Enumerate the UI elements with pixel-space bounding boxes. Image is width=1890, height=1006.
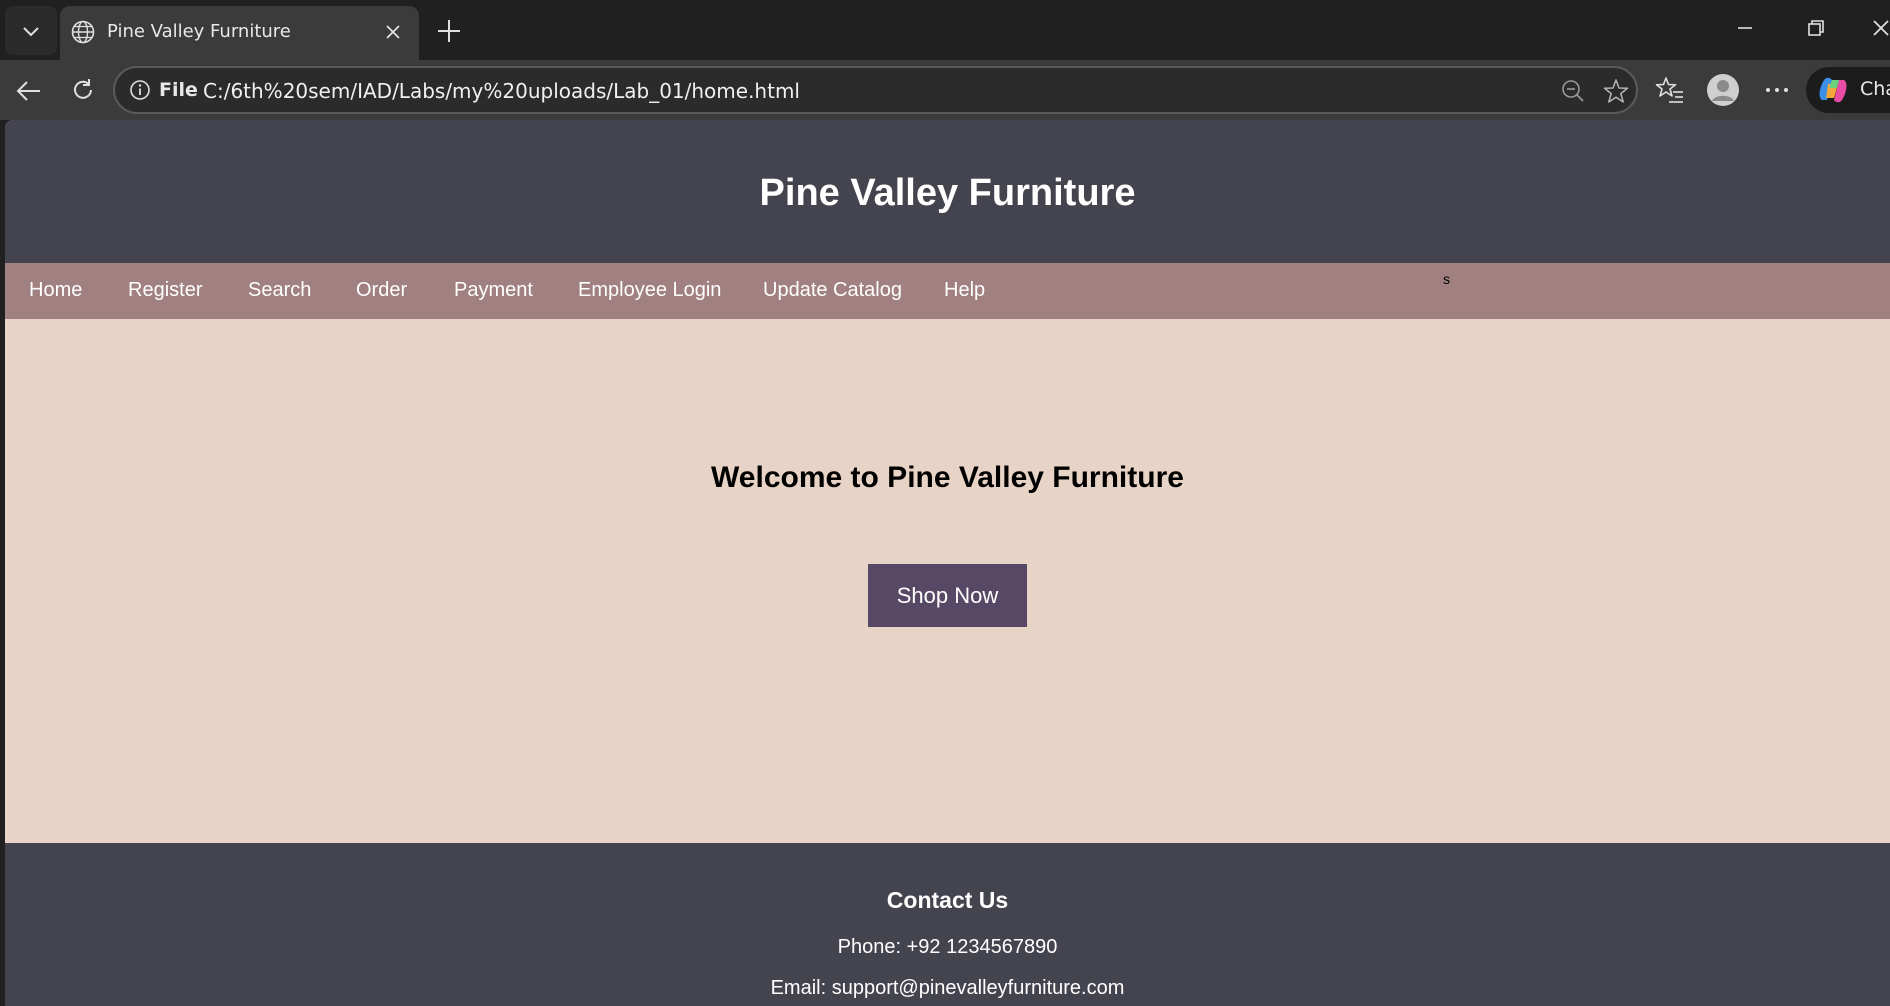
tab-title: Pine Valley Furniture [107,21,291,42]
nav-update-catalog[interactable]: Update Catalog [763,279,902,302]
nav-help[interactable]: Help [944,279,985,302]
welcome-heading: Welcome to Pine Valley Furniture [711,461,1184,494]
favorites-icon[interactable] [1655,75,1685,105]
profile-avatar-icon[interactable] [1706,73,1740,107]
address-url[interactable]: C:/6th%20sem/IAD/Labs/my%20uploads/Lab_0… [203,79,800,103]
favorite-star-icon[interactable] [1603,78,1629,104]
back-icon[interactable] [14,76,44,106]
copilot-button[interactable]: Cha [1806,67,1890,113]
browser-toolbar: File C:/6th%20sem/IAD/Labs/my%20uploads/… [0,60,1890,120]
active-tab[interactable]: Pine Valley Furniture [60,6,419,60]
page-viewport: Pine Valley Furniture Home Register Sear… [5,120,1890,1006]
copilot-icon [1819,77,1847,103]
tab-list-button[interactable] [5,6,57,55]
contact-phone: Phone: +92 1234567890 [837,936,1058,958]
new-tab-icon[interactable] [434,16,464,46]
nav-register[interactable]: Register [128,279,202,302]
minimize-icon[interactable] [1735,18,1755,38]
stray-text: s [1443,271,1450,287]
globe-icon [71,20,95,44]
nav-home[interactable]: Home [29,279,82,302]
restore-icon[interactable] [1806,18,1826,38]
main-nav: Home Register Search Order Payment Emplo… [5,263,1890,319]
contact-email: Email: support@pinevalleyfurniture.com [770,977,1125,999]
address-scheme: File [159,79,198,101]
close-tab-icon[interactable] [382,21,404,43]
site-title: Pine Valley Furniture [759,172,1136,214]
info-icon[interactable] [129,79,151,101]
tab-strip: Pine Valley Furniture [0,0,1890,60]
nav-employee-login[interactable]: Employee Login [578,279,721,302]
site-header: Pine Valley Furniture [5,120,1890,263]
reload-icon[interactable] [69,76,97,104]
site-footer: Contact Us Phone: +92 1234567890 Email: … [5,843,1890,1006]
shop-now-button[interactable]: Shop Now [868,564,1027,627]
nav-payment[interactable]: Payment [454,279,533,302]
close-window-icon[interactable] [1872,18,1890,38]
nav-order[interactable]: Order [356,279,407,302]
copilot-label: Cha [1860,78,1890,100]
zoom-out-icon[interactable] [1561,79,1585,103]
nav-search[interactable]: Search [248,279,311,302]
contact-heading: Contact Us [886,887,1009,913]
more-options-icon[interactable] [1762,75,1792,105]
address-bar[interactable]: File C:/6th%20sem/IAD/Labs/my%20uploads/… [113,66,1638,114]
chevron-down-icon [23,26,39,36]
